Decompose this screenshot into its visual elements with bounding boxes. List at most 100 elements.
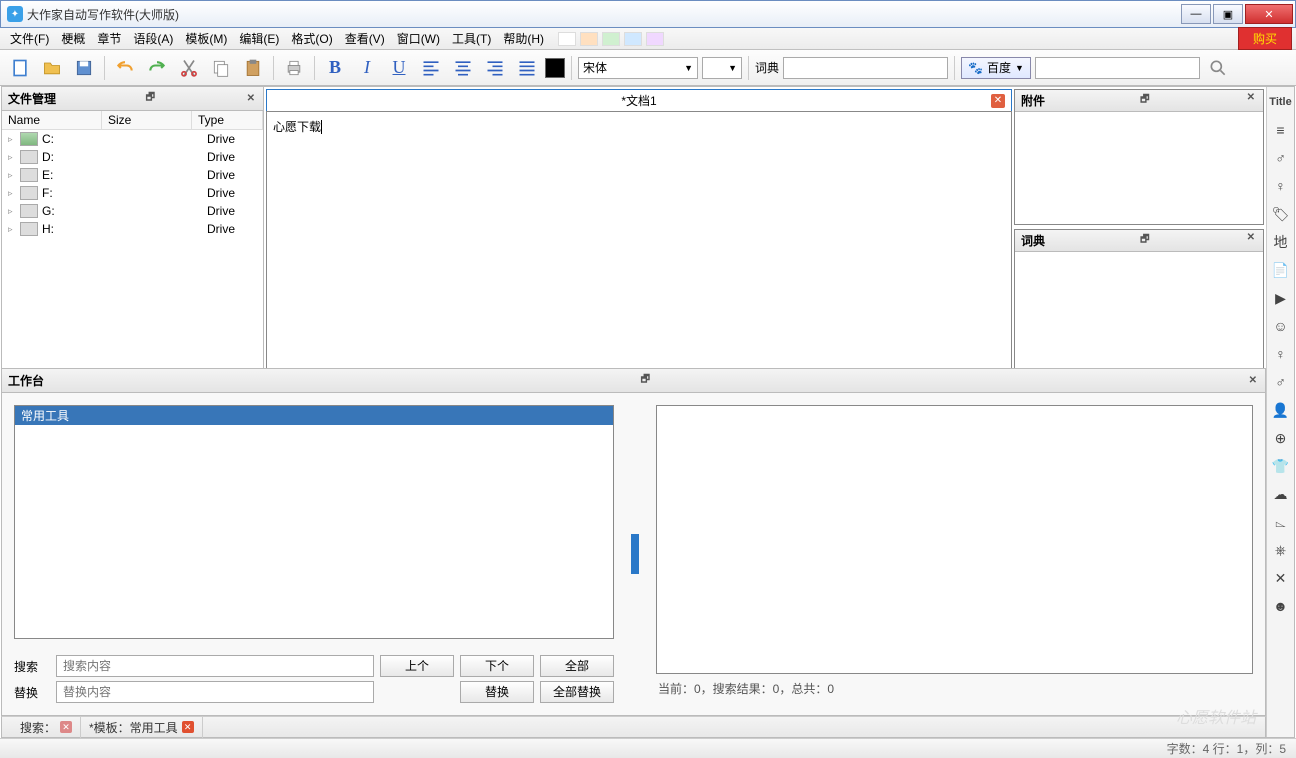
chat-icon[interactable]: ☁ xyxy=(1270,483,1292,505)
undo-icon[interactable] xyxy=(111,54,139,82)
swatch-purple[interactable] xyxy=(646,32,664,46)
drive-row[interactable]: ▹F:Drive xyxy=(2,184,263,202)
drive-row[interactable]: ▹G:Drive xyxy=(2,202,263,220)
drive-row[interactable]: ▹H:Drive xyxy=(2,220,263,238)
web-search-input[interactable] xyxy=(1035,57,1200,79)
font-size-select[interactable]: ▼ xyxy=(702,57,742,79)
col-type[interactable]: Type xyxy=(192,111,263,129)
tag-icon[interactable]: 🏷 xyxy=(1270,203,1292,225)
search-input[interactable] xyxy=(56,655,374,677)
swatch-peach[interactable] xyxy=(580,32,598,46)
panel-close-icon[interactable]: ✕ xyxy=(1245,232,1257,249)
maximize-button[interactable]: ▣ xyxy=(1213,4,1243,24)
close-icon[interactable]: ✕ xyxy=(60,721,72,733)
panel-float-icon[interactable]: 🗗 xyxy=(639,372,652,389)
new-icon[interactable] xyxy=(6,54,34,82)
person-icon[interactable]: 👤 xyxy=(1270,399,1292,421)
drive-row[interactable]: ▹C:Drive xyxy=(2,130,263,148)
col-name[interactable]: Name xyxy=(2,111,102,129)
copy-icon[interactable] xyxy=(207,54,235,82)
font-select[interactable]: 宋体▼ xyxy=(578,57,698,79)
search-engine-select[interactable]: 🐾百度▼ xyxy=(961,57,1031,79)
menu-tools[interactable]: 工具(T) xyxy=(446,28,497,49)
mars-icon[interactable]: ♂ xyxy=(1270,371,1292,393)
menu-chapter[interactable]: 章节 xyxy=(91,28,127,49)
close-button[interactable]: ✕ xyxy=(1245,4,1293,24)
replace-all-button[interactable]: 全部替换 xyxy=(540,681,614,703)
panel-float-icon[interactable]: 🗗 xyxy=(1138,92,1151,109)
earth-icon[interactable]: 地 xyxy=(1270,231,1292,253)
align-justify-icon[interactable] xyxy=(513,54,541,82)
cut-icon[interactable] xyxy=(175,54,203,82)
next-button[interactable]: 下个 xyxy=(460,655,534,677)
shirt-icon[interactable]: 👕 xyxy=(1270,455,1292,477)
swatch-green[interactable] xyxy=(602,32,620,46)
face-icon[interactable]: ☻ xyxy=(1270,595,1292,617)
paste-icon[interactable] xyxy=(239,54,267,82)
menu-window[interactable]: 窗口(W) xyxy=(391,28,446,49)
dict-input[interactable] xyxy=(783,57,948,79)
open-icon[interactable] xyxy=(38,54,66,82)
panel-close-icon[interactable]: ✕ xyxy=(1247,375,1259,386)
venus-icon[interactable]: ♀ xyxy=(1270,343,1292,365)
save-icon[interactable] xyxy=(70,54,98,82)
female-icon[interactable]: ♀ xyxy=(1270,175,1292,197)
bottom-tab-template[interactable]: *模板：常用工具 ✕ xyxy=(81,717,203,738)
tool-list-item[interactable]: 常用工具 xyxy=(15,406,613,425)
all-button[interactable]: 全部 xyxy=(540,655,614,677)
menu-outline[interactable]: 梗概 xyxy=(55,28,91,49)
bold-icon[interactable]: B xyxy=(321,54,349,82)
prev-button[interactable]: 上个 xyxy=(380,655,454,677)
print-icon[interactable] xyxy=(280,54,308,82)
align-right-icon[interactable] xyxy=(481,54,509,82)
result-box[interactable] xyxy=(656,405,1253,674)
editor-tab[interactable]: *文档1 ✕ xyxy=(266,89,1012,111)
cross-icon[interactable]: ✕ xyxy=(1270,567,1292,589)
hamburger-icon[interactable]: ≡ xyxy=(1270,119,1292,141)
side-title[interactable]: Title xyxy=(1270,91,1292,113)
buy-button[interactable]: 购买 xyxy=(1238,27,1292,50)
file-manager-title: 文件管理 xyxy=(8,90,56,107)
swatch-white[interactable] xyxy=(558,32,576,46)
align-center-icon[interactable] xyxy=(449,54,477,82)
underline-icon[interactable]: U xyxy=(385,54,413,82)
swatch-blue[interactable] xyxy=(624,32,642,46)
menu-help[interactable]: 帮助(H) xyxy=(497,28,550,49)
search-icon[interactable] xyxy=(1204,54,1232,82)
panel-float-icon[interactable]: 🗗 xyxy=(144,90,157,107)
menu-view[interactable]: 查看(V) xyxy=(339,28,391,49)
menu-format[interactable]: 格式(O) xyxy=(285,28,338,49)
drive-row[interactable]: ▹E:Drive xyxy=(2,166,263,184)
tool-listbox[interactable]: 常用工具 xyxy=(14,405,614,639)
bottom-tab-search[interactable]: 搜索： ✕ xyxy=(12,717,81,738)
doc-icon[interactable]: 📄 xyxy=(1270,259,1292,281)
editor-tab-close-icon[interactable]: ✕ xyxy=(991,94,1005,108)
italic-icon[interactable]: I xyxy=(353,54,381,82)
replace-button[interactable]: 替换 xyxy=(460,681,534,703)
search-label: 搜索 xyxy=(14,658,50,675)
wheel-icon[interactable]: ⎈ xyxy=(1270,539,1292,561)
attachment-body[interactable] xyxy=(1015,112,1263,224)
menu-edit[interactable]: 编辑(E) xyxy=(233,28,285,49)
align-left-icon[interactable] xyxy=(417,54,445,82)
replace-input[interactable] xyxy=(56,681,374,703)
col-size[interactable]: Size xyxy=(102,111,192,129)
splitter[interactable] xyxy=(630,405,640,703)
menu-file[interactable]: 文件(F) xyxy=(4,28,55,49)
panel-close-icon[interactable]: ✕ xyxy=(1245,92,1257,109)
color-picker[interactable] xyxy=(545,58,565,78)
play-icon[interactable]: ▶ xyxy=(1270,287,1292,309)
menu-template[interactable]: 模板(M) xyxy=(179,28,233,49)
minimize-button[interactable]: — xyxy=(1181,4,1211,24)
menu-segment[interactable]: 语段(A) xyxy=(127,28,179,49)
redo-icon[interactable] xyxy=(143,54,171,82)
male-icon[interactable]: ♂ xyxy=(1270,147,1292,169)
panel-float-icon[interactable]: 🗗 xyxy=(1138,232,1151,249)
head-icon[interactable]: ☺ xyxy=(1270,315,1292,337)
attachment-title: 附件 xyxy=(1021,92,1045,109)
panel-close-icon[interactable]: ✕ xyxy=(245,93,257,104)
stairs-icon[interactable]: ⌳ xyxy=(1270,511,1292,533)
close-icon[interactable]: ✕ xyxy=(182,721,194,733)
drive-row[interactable]: ▹D:Drive xyxy=(2,148,263,166)
globe-icon[interactable]: ⊕ xyxy=(1270,427,1292,449)
